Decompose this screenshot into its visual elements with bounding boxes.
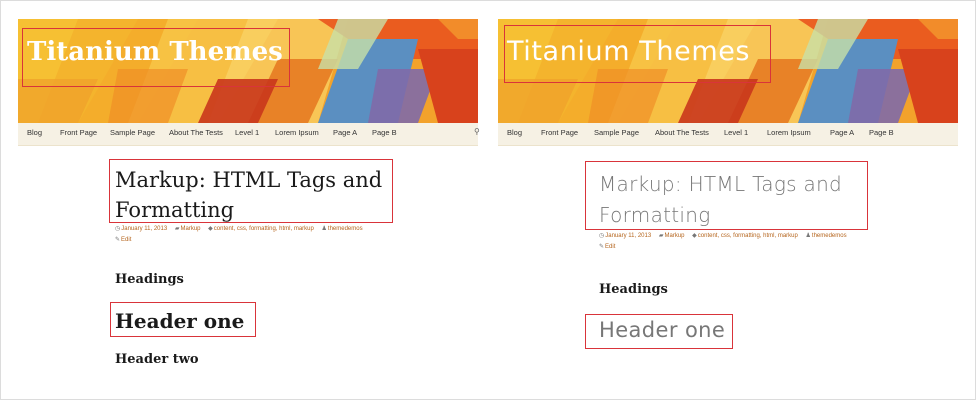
edit-link[interactable]: Edit <box>121 237 131 243</box>
highlight-box-title <box>504 25 771 83</box>
user-icon: ♟ <box>321 226 327 232</box>
nav-item-sample-page[interactable]: Sample Page <box>594 128 639 137</box>
post-author[interactable]: themedemos <box>328 226 363 232</box>
post-category[interactable]: Markup <box>180 226 200 232</box>
nav-item-level-1[interactable]: Level 1 <box>724 128 748 137</box>
nav-item-lorem-ipsum[interactable]: Lorem Ipsum <box>767 128 811 137</box>
clock-icon: ◷ <box>115 226 121 232</box>
nav-item-blog[interactable]: Blog <box>507 128 522 137</box>
clock-icon: ◷ <box>599 233 605 239</box>
post-date[interactable]: January 11, 2013 <box>605 233 651 239</box>
highlight-box-title <box>22 28 290 87</box>
folder-icon: ▰ <box>658 233 664 239</box>
nav-item-blog[interactable]: Blog <box>27 128 42 137</box>
highlight-box-post-title <box>585 161 868 230</box>
nav-item-front-page[interactable]: Front Page <box>60 128 97 137</box>
header-two: Header two <box>115 352 199 367</box>
nav-item-page-b[interactable]: Page B <box>372 128 397 137</box>
nav-menu: Blog Front Page Sample Page About The Te… <box>18 123 480 146</box>
user-icon: ♟ <box>805 233 811 239</box>
nav-item-lorem-ipsum[interactable]: Lorem Ipsum <box>275 128 319 137</box>
post-category[interactable]: Markup <box>664 233 684 239</box>
nav-item-sample-page[interactable]: Sample Page <box>110 128 155 137</box>
screenshot-right: Titanium Themes Blog Front Page Sample P… <box>498 0 958 400</box>
search-icon[interactable]: ⚲ <box>474 127 480 136</box>
folder-icon: ▰ <box>174 226 180 232</box>
nav-menu: Blog Front Page Sample Page About The Te… <box>498 123 958 146</box>
nav-item-page-b[interactable]: Page B <box>869 128 894 137</box>
nav-item-about-the-tests[interactable]: About The Tests <box>169 128 223 137</box>
section-heading: Headings <box>115 272 184 287</box>
pencil-icon: ✎ <box>115 237 121 243</box>
tag-icon: ◆ <box>208 226 213 232</box>
section-heading: Headings <box>599 282 668 297</box>
highlight-box-header-one <box>110 302 256 337</box>
nav-item-level-1[interactable]: Level 1 <box>235 128 259 137</box>
highlight-box-post-title <box>109 159 393 223</box>
post-meta: ◷January 11, 2013 ▰Markup ◆content, css,… <box>599 232 853 239</box>
highlight-box-header-one <box>585 314 733 349</box>
post-tags[interactable]: content, css, formatting, html, markup <box>698 233 798 239</box>
post-meta: ◷January 11, 2013 ▰Markup ◆content, css,… <box>115 225 369 232</box>
post-edit: ✎Edit <box>599 243 621 250</box>
edit-link[interactable]: Edit <box>605 244 615 250</box>
nav-item-page-a[interactable]: Page A <box>333 128 357 137</box>
screenshot-left: Titanium Themes Blog Front Page Sample P… <box>18 0 480 400</box>
post-date[interactable]: January 11, 2013 <box>121 226 167 232</box>
post-tags[interactable]: content, css, formatting, html, markup <box>214 226 314 232</box>
post-edit: ✎Edit <box>115 236 137 243</box>
nav-item-page-a[interactable]: Page A <box>830 128 854 137</box>
pencil-icon: ✎ <box>599 244 605 250</box>
tag-icon: ◆ <box>692 233 697 239</box>
nav-item-about-the-tests[interactable]: About The Tests <box>655 128 709 137</box>
nav-item-front-page[interactable]: Front Page <box>541 128 578 137</box>
post-author[interactable]: themedemos <box>812 233 847 239</box>
